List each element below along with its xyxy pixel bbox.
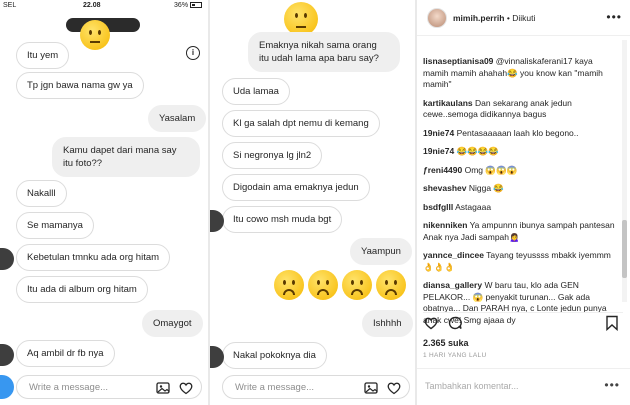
heart-icon[interactable]	[423, 315, 439, 331]
comment-username[interactable]: diansa_gallery	[423, 280, 482, 290]
camera-button[interactable]	[0, 375, 14, 399]
message-bubble: Kamu dapet dari mana say itu foto??	[52, 137, 200, 177]
comment-username[interactable]: 19nie74	[423, 146, 454, 156]
info-icon[interactable]: i	[186, 46, 200, 60]
heart-icon[interactable]	[386, 380, 402, 396]
chat-panel-middle: Emaknya nikah sama orang itu udah lama a…	[210, 0, 415, 405]
comment-username[interactable]: ƒreni4490	[423, 165, 462, 175]
avatar[interactable]	[427, 8, 447, 28]
comment-text: Omg 😱😱😱	[464, 164, 518, 175]
comment-text: Nigga 😂	[468, 183, 505, 193]
message-bubble: Itu cowo msh muda bgt	[222, 206, 343, 233]
comment-icon[interactable]	[447, 315, 463, 331]
message-input-placeholder[interactable]: Write a message...	[235, 382, 314, 393]
clock-label: 22.08	[83, 2, 101, 9]
message-bubble: Nakalll	[16, 180, 67, 207]
comment: 19nie74 Pentasaaaaan laah klo begono..	[423, 128, 615, 140]
message-bubble: Digodain ama emaknya jedun	[222, 174, 370, 201]
comment-text: Pentasaaaaan laah klo begono..	[456, 127, 579, 138]
likes-count[interactable]: 2.365 suka	[423, 338, 469, 348]
comment: 19nie74 😂😂😂😂	[423, 146, 615, 158]
comment-input-placeholder[interactable]: Tambahkan komentar...	[425, 381, 519, 391]
worried-face-emoji	[342, 270, 372, 300]
add-comment-bar[interactable]: Tambahkan komentar... •••	[417, 368, 630, 405]
post-author: mimih.perrih • Diikuti	[453, 13, 535, 23]
message-bubble: Si negronya lg jln2	[222, 142, 323, 169]
comment-username[interactable]: bsdfglll	[423, 202, 453, 212]
post-actions	[423, 312, 623, 332]
heart-icon[interactable]	[178, 380, 194, 396]
message-bubble: Kebetulan tmnku ada org hitam	[16, 244, 171, 271]
message-bubble: Itu yem	[16, 42, 70, 69]
message-bubble: Uda lamaa	[222, 78, 290, 105]
worried-face-emoji	[376, 270, 406, 300]
comment: bsdfglll Astagaaa	[423, 202, 615, 214]
avatar	[0, 248, 14, 270]
post-header: mimih.perrih • Diikuti •••	[417, 0, 630, 36]
message-bubble: Nakal pokoknya dia	[222, 342, 327, 369]
comment: lisnaseptianisa09 @vinnaliskaferani17 ka…	[423, 56, 615, 91]
message-bubble: Aq ambil dr fb nya	[16, 340, 115, 367]
face-emoji-sticker	[284, 2, 318, 36]
comment: shevashev Nigga 😂	[423, 183, 615, 195]
scrollbar-thumb[interactable]	[622, 220, 627, 278]
more-options-icon[interactable]: •••	[604, 378, 620, 392]
avatar	[210, 210, 224, 232]
comment-text: Astagaaa	[455, 201, 492, 212]
message-bubble: Tp jgn bawa nama gw ya	[16, 72, 144, 99]
comment-username[interactable]: 19nie74	[423, 128, 454, 138]
following-status[interactable]: • Diikuti	[507, 13, 535, 23]
message-bubble: Kl ga salah dpt nemu di kemang	[222, 110, 380, 137]
message-bubble: Yasalam	[148, 105, 207, 132]
comment-username[interactable]: yannce_dincee	[423, 250, 484, 260]
avatar	[0, 344, 14, 366]
comment-username[interactable]: shevashev	[423, 183, 466, 193]
chat-panel-left: SEL 22.08 36% i Itu yem Tp jgn bawa nama…	[0, 0, 208, 405]
post-timestamp: 1 HARI YANG LALU	[423, 352, 487, 359]
message-bubble: Yaampun	[350, 238, 412, 265]
gallery-icon[interactable]	[363, 380, 379, 396]
comment: yannce_dincee Tayang teyussss mbakk iyem…	[423, 250, 615, 273]
battery-status: 36%	[174, 2, 202, 9]
gallery-icon[interactable]	[155, 380, 171, 396]
status-bar: SEL 22.08 36%	[0, 0, 208, 12]
message-bubble: Itu ada di album org hitam	[16, 276, 148, 303]
comment-username[interactable]: lisnaseptianisa09	[423, 56, 493, 66]
message-bubble: Omaygot	[142, 310, 203, 337]
comment-username[interactable]: nikenniken	[423, 220, 467, 230]
message-composer[interactable]: Write a message...	[222, 375, 410, 399]
comment: nikenniken Ya ampunnn ibunya sampah pant…	[423, 220, 615, 243]
message-bubble: Se mamanya	[16, 212, 94, 239]
worried-face-emoji	[308, 270, 338, 300]
bookmark-icon[interactable]	[605, 315, 619, 331]
worried-face-emoji	[274, 270, 304, 300]
more-options-icon[interactable]: •••	[606, 10, 622, 24]
comments-scrollbar[interactable]	[622, 40, 627, 302]
comment: kartikaulans Dan sekarang anak jedun cew…	[423, 98, 615, 121]
comment-text: 😂😂😂😂	[456, 146, 499, 156]
face-emoji-sticker	[80, 20, 110, 50]
carrier-label: SEL	[3, 2, 17, 9]
instagram-post-panel: mimih.perrih • Diikuti ••• lisnaseptiani…	[417, 0, 630, 405]
comment: ƒreni4490 Omg 😱😱😱	[423, 165, 615, 177]
comment-list: lisnaseptianisa09 @vinnaliskaferani17 ka…	[423, 56, 615, 333]
message-input-placeholder[interactable]: Write a message...	[29, 382, 108, 393]
username-link[interactable]: mimih.perrih	[453, 13, 504, 23]
message-bubble: Emaknya nikah sama orang itu udah lama a…	[248, 32, 400, 72]
battery-percent: 36%	[174, 2, 189, 9]
comment-username[interactable]: kartikaulans	[423, 98, 473, 108]
avatar	[210, 346, 224, 368]
battery-icon	[190, 2, 202, 9]
message-composer[interactable]: Write a message...	[16, 375, 202, 399]
message-bubble: Ishhhh	[362, 310, 413, 337]
